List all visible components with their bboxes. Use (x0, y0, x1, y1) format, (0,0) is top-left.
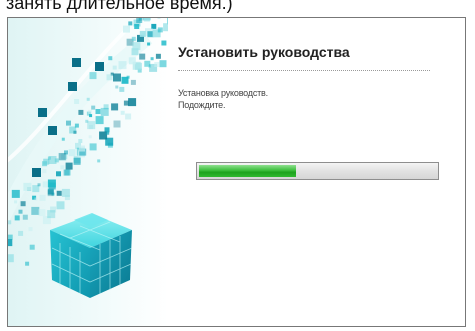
cube-artwork-icon (8, 18, 168, 326)
progress-bar-fill (199, 165, 297, 177)
title-divider (178, 70, 430, 71)
status-message: Установка руководств. (178, 88, 268, 98)
progress-bar (196, 162, 439, 180)
background-caption-text: занять длительное время.) (6, 0, 233, 13)
wait-message: Подождите. (178, 100, 226, 110)
dialog-title: Установить руководства (178, 44, 350, 60)
installer-dialog: Установить руководства Установка руковод… (7, 17, 466, 327)
